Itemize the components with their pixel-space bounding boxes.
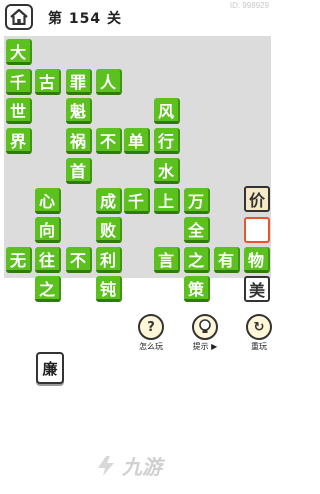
board-tile[interactable]: 言 <box>154 247 180 273</box>
hint-button[interactable]: 提示 ▶ <box>188 314 222 352</box>
board-tile[interactable]: 千 <box>6 69 32 95</box>
board-tile[interactable]: 古 <box>35 69 61 95</box>
board-tile[interactable]: 成 <box>96 188 122 214</box>
video-icon: ▶ <box>208 342 218 351</box>
board-tile[interactable]: 魁 <box>66 98 92 124</box>
board-tile[interactable]: 大 <box>6 39 32 65</box>
board-tile[interactable]: 败 <box>96 217 122 243</box>
replay-icon: ↻ <box>246 314 272 340</box>
board-tile[interactable]: 物 <box>244 247 270 273</box>
board-tile[interactable]: 首 <box>66 158 92 184</box>
jiuyou-logo-icon <box>98 455 114 476</box>
watermark-text: 九游 <box>122 455 162 479</box>
board-tile[interactable]: 单 <box>124 128 150 154</box>
board-tile[interactable]: 罪 <box>66 69 92 95</box>
board-tile[interactable]: 行 <box>154 128 180 154</box>
answer-slot[interactable]: 美 <box>244 276 270 302</box>
user-id: ID: 998929 <box>229 1 269 10</box>
board-tile[interactable]: 世 <box>6 98 32 124</box>
board-tile[interactable]: 往 <box>35 247 61 273</box>
answer-slot-selected[interactable] <box>244 217 270 243</box>
board-tile[interactable]: 有 <box>214 247 240 273</box>
lightbulb-icon <box>192 314 218 340</box>
home-button[interactable] <box>5 4 33 30</box>
board-tile[interactable]: 风 <box>154 98 180 124</box>
board-tile[interactable]: 无 <box>6 247 32 273</box>
board-tile[interactable]: 不 <box>66 247 92 273</box>
watermark: 九游 <box>94 451 162 480</box>
level-title: 第 154 关 <box>48 11 122 27</box>
board-tile[interactable]: 上 <box>154 188 180 214</box>
board-tile[interactable]: 祸 <box>66 128 92 154</box>
board-tile[interactable]: 之 <box>35 276 61 302</box>
board-tile[interactable]: 不 <box>96 128 122 154</box>
board-tile[interactable]: 钝 <box>96 276 122 302</box>
question-icon: ? <box>138 314 164 340</box>
board-tile[interactable]: 心 <box>35 188 61 214</box>
board-tile[interactable]: 利 <box>96 247 122 273</box>
board-tile[interactable]: 全 <box>184 217 210 243</box>
board-tile[interactable]: 千 <box>124 188 150 214</box>
board-tile[interactable]: 水 <box>154 158 180 184</box>
word-pool-tile[interactable]: 廉 <box>36 352 64 384</box>
board-tile[interactable]: 万 <box>184 188 210 214</box>
board-tile[interactable]: 向 <box>35 217 61 243</box>
replay-label: 重玩 <box>251 342 267 351</box>
hint-label: 提示 ▶ <box>192 342 218 351</box>
board-tile[interactable]: 界 <box>6 128 32 154</box>
puzzle-board: 大 千 古 罪 人 世 魁 风 界 祸 不 单 行 首 水 心 成 千 上 万 … <box>4 36 271 302</box>
home-icon <box>10 9 28 25</box>
top-bar: 第 154 关 ID: 998929 <box>0 0 275 34</box>
how-to-play-label: 怎么玩 <box>139 342 163 351</box>
board-tile[interactable]: 之 <box>184 247 210 273</box>
how-to-play-button[interactable]: ? 怎么玩 <box>134 314 168 352</box>
answer-slot[interactable]: 价 <box>244 186 270 212</box>
board-tile[interactable]: 策 <box>184 276 210 302</box>
replay-button[interactable]: ↻ 重玩 <box>242 314 276 352</box>
board-tile[interactable]: 人 <box>96 69 122 95</box>
